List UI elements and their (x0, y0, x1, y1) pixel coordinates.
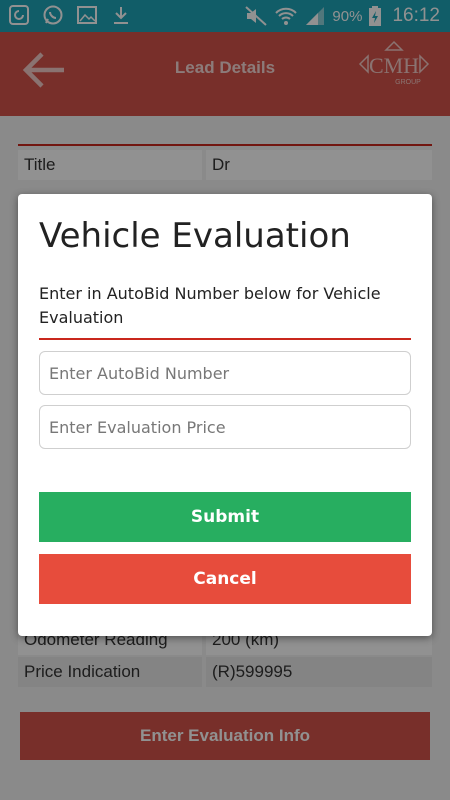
dialog-message: Enter in AutoBid Number below for Vehicl… (39, 284, 381, 327)
dialog-divider (39, 338, 411, 340)
dialog-title: Vehicle Evaluation (39, 216, 351, 256)
submit-button[interactable]: Submit (39, 492, 411, 542)
evaluation-price-input[interactable] (39, 405, 411, 449)
vehicle-evaluation-dialog: Vehicle Evaluation Enter in AutoBid Numb… (18, 194, 432, 636)
cancel-button[interactable]: Cancel (39, 554, 411, 604)
autobid-number-input[interactable] (39, 351, 411, 395)
